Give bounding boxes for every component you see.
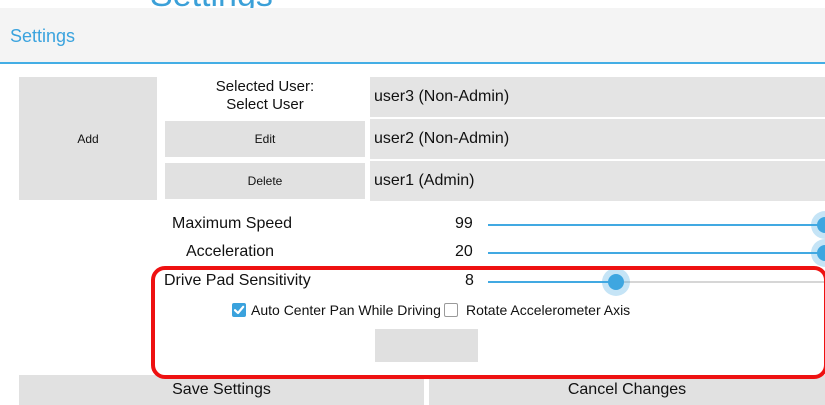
- max-speed-slider[interactable]: [488, 211, 825, 239]
- user-list-item-user1[interactable]: user1 (Admin): [370, 161, 825, 201]
- acceleration-slider-fill: [488, 252, 825, 254]
- save-settings-button[interactable]: Save Settings: [19, 375, 424, 405]
- user-list-item-user3[interactable]: user3 (Non-Admin): [370, 77, 825, 117]
- header-bar: [0, 8, 825, 64]
- max-speed-label: Maximum Speed: [172, 215, 293, 232]
- selected-user-label: Selected User: Select User: [165, 78, 365, 118]
- acceleration-label: Acceleration: [186, 243, 275, 260]
- selected-user-caption: Selected User:: [215, 78, 315, 95]
- page-title: Settings: [10, 26, 76, 46]
- highlight-annotation: [151, 266, 825, 379]
- max-speed-slider-fill: [488, 224, 825, 226]
- max-speed-value: 99: [455, 215, 473, 232]
- cancel-changes-button[interactable]: Cancel Changes: [429, 375, 825, 405]
- user-list-item-user2[interactable]: user2 (Non-Admin): [370, 119, 825, 159]
- delete-user-button[interactable]: Delete: [165, 163, 365, 199]
- selected-user-value: Select User: [226, 96, 304, 113]
- acceleration-slider[interactable]: [488, 239, 825, 267]
- top-heading-fragment: Settings: [150, 0, 350, 8]
- acceleration-value: 20: [455, 243, 473, 260]
- add-user-button[interactable]: Add: [19, 77, 157, 200]
- edit-user-button[interactable]: Edit: [165, 121, 365, 157]
